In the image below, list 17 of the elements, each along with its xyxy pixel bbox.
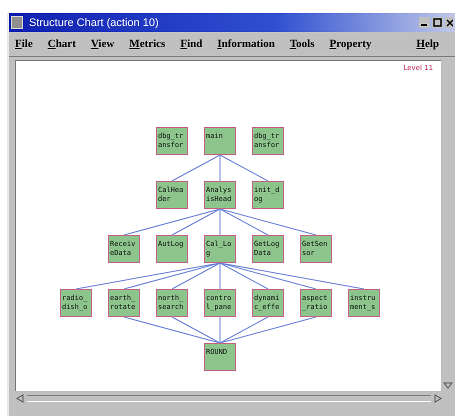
menu-item[interactable]: View [90, 38, 114, 50]
menu-item[interactable]: File [15, 38, 33, 50]
menu-item[interactable]: Find [180, 38, 202, 50]
window-title: Structure Chart (action 10) [29, 16, 159, 28]
menu-item[interactable]: Help [416, 38, 439, 50]
scroll-down-icon[interactable] [443, 380, 454, 390]
horizontal-scrollbar[interactable] [15, 393, 443, 404]
scroll-right-icon[interactable] [433, 394, 443, 403]
menu-item[interactable]: Chart [48, 38, 76, 50]
menu-item[interactable]: Metrics [129, 38, 166, 50]
minimize-icon[interactable] [419, 17, 430, 28]
maximize-icon[interactable] [432, 17, 443, 28]
menu-item[interactable]: Information [217, 38, 275, 50]
menu-item[interactable]: Tools [290, 38, 314, 50]
menu-item[interactable]: Property [330, 38, 372, 50]
close-icon[interactable] [445, 17, 453, 28]
scroll-left-icon[interactable] [15, 394, 25, 403]
